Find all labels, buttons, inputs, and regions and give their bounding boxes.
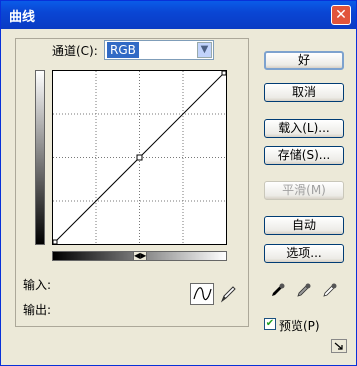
save-button[interactable]: 存储(S)... <box>264 146 344 165</box>
curve-endpoint <box>52 239 58 245</box>
white-eyedropper-icon[interactable] <box>322 282 338 298</box>
channel-value: RGB <box>107 42 139 58</box>
options-button[interactable]: 选项... <box>264 244 344 263</box>
curve-point <box>136 154 143 161</box>
curve-endpoint <box>221 70 227 76</box>
curve-graph[interactable] <box>52 70 227 245</box>
window-title: 曲线 <box>9 10 36 25</box>
input-label: 输入: <box>23 278 52 292</box>
title-bar[interactable]: 曲线 ✕ <box>1 1 356 29</box>
output-label: 输出: <box>23 303 52 317</box>
preview-checkbox[interactable]: ✔ <box>264 318 276 330</box>
preview-label[interactable]: 预览(P) <box>279 317 320 334</box>
black-eyedropper-icon[interactable] <box>270 282 286 298</box>
channel-label: 通道(C): <box>52 44 98 58</box>
smooth-button[interactable]: 平滑(M) <box>264 181 344 200</box>
channel-select[interactable]: RGB ▼ <box>104 40 214 60</box>
output-gradient-bar <box>35 70 45 245</box>
cancel-button[interactable]: 取消 <box>264 83 344 102</box>
auto-button[interactable]: 自动 <box>264 216 344 235</box>
gradient-toggle[interactable]: ◀▶ <box>133 251 147 261</box>
expand-icon[interactable] <box>331 339 347 353</box>
curve-tool-button[interactable] <box>190 283 214 305</box>
pencil-icon[interactable] <box>216 283 240 305</box>
chevron-down-icon[interactable]: ▼ <box>197 42 212 58</box>
close-button[interactable]: ✕ <box>331 5 351 25</box>
ok-button[interactable]: 好 <box>264 51 344 70</box>
load-button[interactable]: 载入(L)... <box>264 119 344 138</box>
gray-eyedropper-icon[interactable] <box>296 282 312 298</box>
